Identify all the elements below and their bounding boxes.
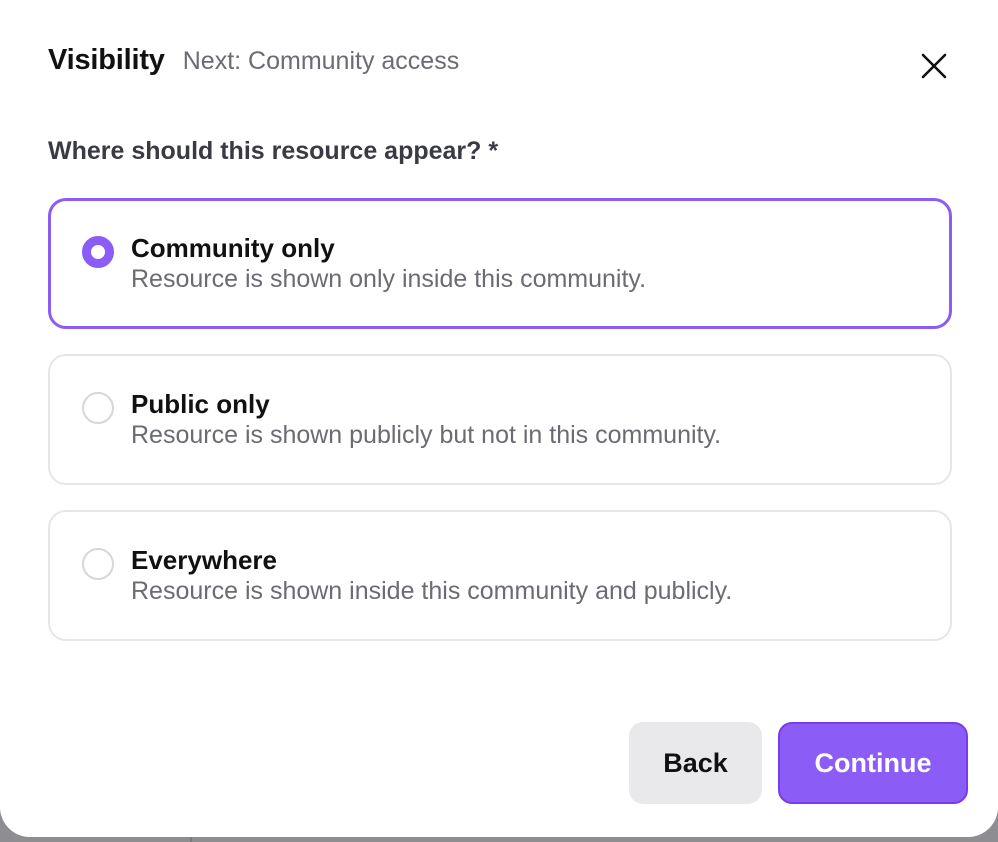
- visibility-dialog: Visibility Next: Community access Where …: [0, 0, 998, 837]
- visibility-question: Where should this resource appear? *: [48, 137, 499, 165]
- option-title: Community only: [131, 233, 335, 263]
- option-description: Resource is shown only inside this commu…: [131, 265, 647, 293]
- option-title: Everywhere: [131, 545, 277, 575]
- radio-community-only[interactable]: [82, 236, 114, 268]
- option-description: Resource is shown inside this community …: [131, 577, 733, 605]
- close-icon: [921, 53, 947, 79]
- continue-button[interactable]: Continue: [778, 722, 968, 804]
- option-community-only[interactable]: Community only Resource is shown only in…: [48, 198, 952, 329]
- radio-everywhere[interactable]: [82, 548, 114, 580]
- radio-public-only[interactable]: [82, 392, 114, 424]
- dialog-header: Visibility Next: Community access: [48, 44, 459, 88]
- back-button[interactable]: Back: [629, 722, 762, 804]
- option-description: Resource is shown publicly but not in th…: [131, 421, 722, 449]
- next-step-label: Next: Community access: [182, 47, 460, 75]
- close-button[interactable]: [912, 44, 956, 88]
- visibility-options: Community only Resource is shown only in…: [48, 198, 952, 666]
- option-everywhere[interactable]: Everywhere Resource is shown inside this…: [48, 510, 952, 641]
- option-title: Public only: [131, 389, 270, 419]
- option-public-only[interactable]: Public only Resource is shown publicly b…: [48, 354, 952, 485]
- dialog-title: Visibility: [48, 44, 165, 76]
